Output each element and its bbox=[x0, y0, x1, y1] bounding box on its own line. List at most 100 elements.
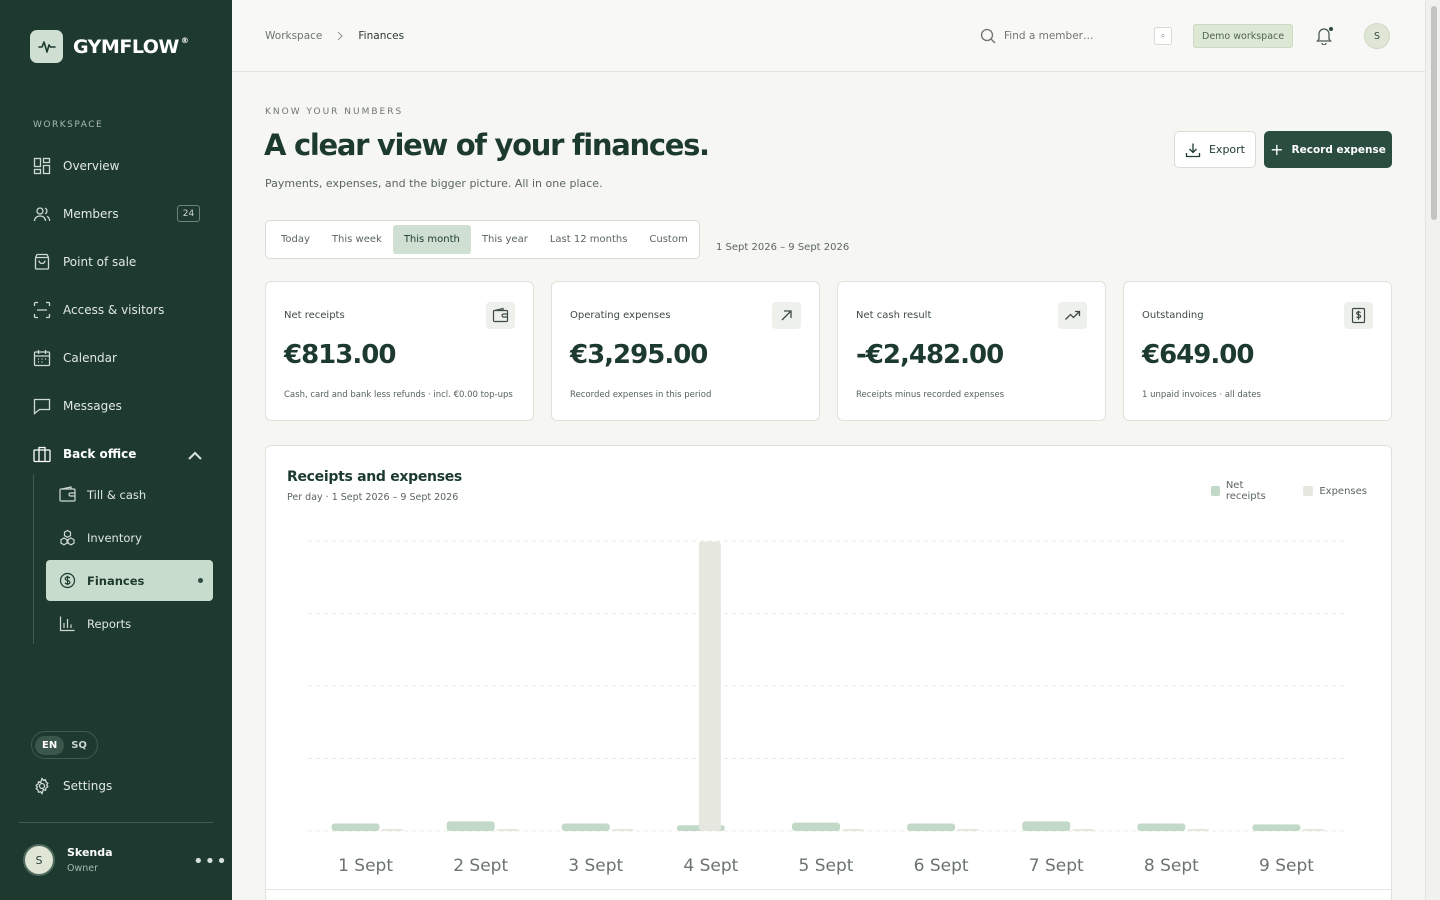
kpi-label: Operating expenses bbox=[570, 310, 671, 321]
record-expense-button[interactable]: + Record expense bbox=[1264, 131, 1392, 168]
sidebar-item-till-cash[interactable]: Till & cash bbox=[46, 474, 213, 515]
breadcrumb-workspace[interactable]: Workspace bbox=[265, 30, 322, 42]
legend-label: Expenses bbox=[1319, 485, 1367, 497]
bar-net-receipts[interactable] bbox=[907, 823, 956, 831]
kpi-value: €3,295.00 bbox=[570, 340, 708, 370]
legend-label: Net receipts bbox=[1225, 480, 1266, 502]
bar-expenses[interactable] bbox=[698, 541, 721, 831]
scan-icon bbox=[33, 301, 51, 319]
bar-net-receipts[interactable] bbox=[561, 823, 610, 831]
briefcase-icon bbox=[33, 446, 51, 463]
bar-expenses[interactable] bbox=[496, 829, 519, 831]
period-today[interactable]: Today bbox=[270, 225, 321, 254]
chevron-up-icon[interactable] bbox=[186, 447, 204, 465]
period-this-month[interactable]: This month bbox=[392, 225, 471, 254]
page-title: A clear view of your finances. bbox=[264, 128, 710, 162]
gear-icon bbox=[35, 777, 49, 795]
x-tick-label: 1 Sept bbox=[338, 856, 393, 876]
kpi-label: Net cash result bbox=[856, 310, 932, 321]
user-profile[interactable]: S Skenda Owner bbox=[23, 844, 113, 876]
sidebar-item-members[interactable]: Members 24 bbox=[0, 190, 232, 238]
workspace-badge[interactable]: Demo workspace bbox=[1193, 24, 1294, 48]
page-subtitle: Payments, expenses, and the bigger pictu… bbox=[265, 177, 603, 190]
bar-net-receipts[interactable] bbox=[331, 823, 380, 831]
sidebar-group-back-office[interactable]: Back office bbox=[0, 430, 232, 478]
shopping-bag-icon bbox=[34, 253, 50, 270]
bar-expenses[interactable] bbox=[1072, 829, 1095, 831]
notification-dot bbox=[1329, 27, 1333, 31]
sidebar-item-label: Calendar bbox=[63, 351, 117, 365]
search-input[interactable] bbox=[1004, 30, 1144, 42]
user-role: Owner bbox=[67, 863, 99, 874]
scrollbar-thumb[interactable] bbox=[1431, 6, 1437, 220]
receipts-expenses-chart-card: 1 Sept 2 Sept 3 Sept 4 Sept 5 Sept 6 Sept 7 Se… bbox=[265, 445, 1392, 900]
kpi-operating-expenses: Operating expenses €3,295.00 Recorded ex… bbox=[551, 281, 820, 421]
sidebar-item-point-of-sale[interactable]: Point of sale bbox=[0, 238, 232, 286]
breadcrumb-current: Finances bbox=[358, 30, 405, 42]
page-scrollbar[interactable] bbox=[1425, 0, 1440, 900]
x-tick-label: 9 Sept bbox=[1259, 856, 1314, 876]
back-office-subnav: Till & cash Inventory Finances Reports bbox=[33, 474, 223, 644]
chart-legend: Net receipts Expenses bbox=[1211, 480, 1391, 502]
bar-net-receipts[interactable] bbox=[1022, 821, 1071, 831]
bar-expenses[interactable] bbox=[1302, 829, 1325, 831]
bar-expenses[interactable] bbox=[842, 829, 864, 831]
bar-net-receipts[interactable] bbox=[1252, 824, 1301, 831]
search-icon bbox=[980, 28, 996, 44]
kpi-value: €649.00 bbox=[1142, 340, 1254, 370]
kpi-value: -€2,482.00 bbox=[856, 340, 1004, 370]
users-icon bbox=[33, 207, 51, 222]
period-this-week[interactable]: This week bbox=[321, 225, 393, 254]
legend-net-receipts[interactable]: Net receipts bbox=[1211, 480, 1279, 502]
sidebar-item-label: Messages bbox=[63, 399, 122, 413]
period-custom[interactable]: Custom bbox=[638, 225, 698, 254]
sidebar-item-inventory[interactable]: Inventory bbox=[46, 517, 213, 558]
bar-net-receipts[interactable] bbox=[446, 821, 495, 831]
member-search bbox=[980, 26, 1172, 46]
section-label: WORKSPACE bbox=[33, 120, 104, 130]
main-nav: Overview Members 24 Point of sale Access… bbox=[0, 142, 232, 478]
period-last-12-months[interactable]: Last 12 months bbox=[539, 225, 639, 254]
invoice-dollar-icon bbox=[1344, 302, 1373, 329]
sidebar-item-overview[interactable]: Overview bbox=[0, 142, 232, 190]
wallet-icon bbox=[486, 302, 515, 329]
kpi-label: Net receipts bbox=[284, 310, 345, 321]
x-tick-label: 8 Sept bbox=[1144, 856, 1199, 876]
sidebar-item-label: Access & visitors bbox=[63, 303, 165, 317]
record-expense-label: Record expense bbox=[1291, 143, 1386, 156]
bar-expenses[interactable] bbox=[611, 829, 634, 831]
sidebar-item-label: Members bbox=[63, 207, 119, 221]
brand-logo[interactable]: GYMFLOW ® bbox=[30, 30, 189, 63]
header-avatar[interactable]: S bbox=[1364, 23, 1390, 49]
bar-net-receipts[interactable] bbox=[792, 822, 840, 831]
bar-expenses[interactable] bbox=[381, 829, 404, 831]
legend-swatch bbox=[1211, 486, 1220, 496]
search-shortcut-key: ⌕ bbox=[1154, 27, 1172, 45]
x-tick-label: 2 Sept bbox=[453, 856, 508, 876]
dollar-circle-icon bbox=[59, 572, 76, 589]
brand-name: GYMFLOW ® bbox=[73, 35, 189, 58]
sidebar-item-finances[interactable]: Finances bbox=[46, 560, 213, 601]
legend-expenses[interactable]: Expenses bbox=[1303, 486, 1367, 497]
bar-net-receipts[interactable] bbox=[1137, 823, 1186, 831]
members-count-badge: 24 bbox=[177, 205, 200, 222]
period-this-year[interactable]: This year bbox=[471, 225, 539, 254]
sidebar-group-label: Back office bbox=[63, 447, 137, 461]
user-meta: Skenda Owner bbox=[67, 846, 113, 874]
sidebar-item-access[interactable]: Access & visitors bbox=[0, 286, 232, 334]
export-button[interactable]: Export bbox=[1174, 131, 1256, 168]
calendar-icon bbox=[33, 350, 51, 367]
chart-card-bottom-rule bbox=[265, 889, 1392, 890]
language-sq[interactable]: SQ bbox=[64, 736, 94, 755]
language-en[interactable]: EN bbox=[35, 735, 65, 755]
active-indicator bbox=[198, 578, 203, 583]
bar-expenses[interactable] bbox=[1187, 829, 1210, 831]
bar-expenses[interactable] bbox=[957, 829, 980, 831]
sidebar-item-calendar[interactable]: Calendar bbox=[0, 334, 232, 382]
date-range: 1 Sept 2026 – 9 Sept 2026 bbox=[716, 242, 850, 253]
sidebar-item-settings[interactable]: Settings bbox=[33, 777, 112, 795]
sidebar-item-messages[interactable]: Messages bbox=[0, 382, 232, 430]
sidebar-item-label: Point of sale bbox=[63, 255, 137, 269]
sidebar-item-reports[interactable]: Reports bbox=[46, 603, 213, 644]
more-options-icon[interactable]: ••• bbox=[193, 851, 228, 872]
